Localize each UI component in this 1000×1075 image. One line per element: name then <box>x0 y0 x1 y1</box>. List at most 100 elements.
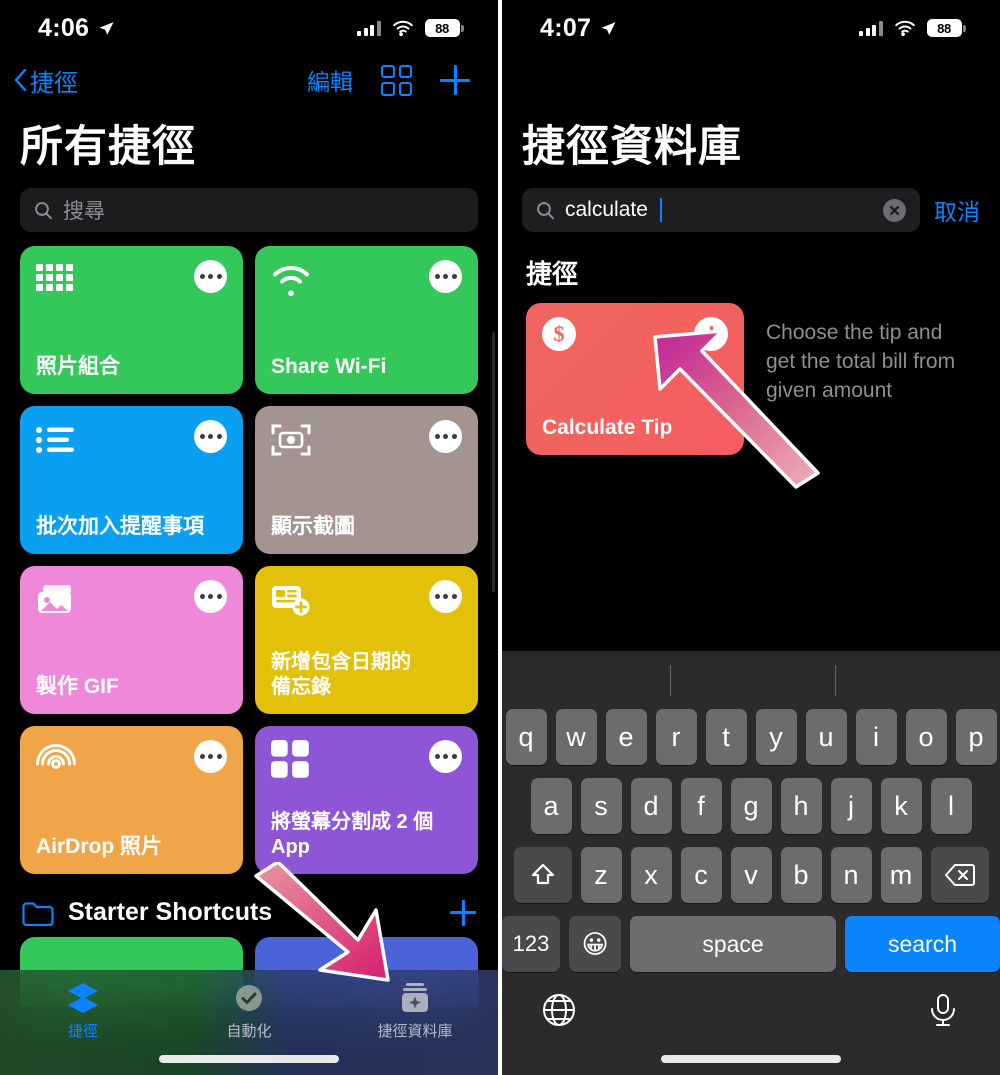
predictive-text-bar[interactable] <box>502 651 1000 709</box>
location-arrow-icon <box>601 21 616 35</box>
key-t[interactable]: t <box>705 709 747 765</box>
split-view-icon <box>271 740 309 778</box>
card-row: 製作 GIF 新增包含日期的 備忘錄 <box>20 566 478 714</box>
wifi-icon <box>894 20 915 36</box>
back-button[interactable]: 捷徑 <box>14 63 78 98</box>
card-more-button[interactable] <box>194 740 227 773</box>
edit-button[interactable]: 編輯 <box>307 63 353 97</box>
card-label: Share Wi-Fi <box>271 354 387 378</box>
card-more-button[interactable] <box>429 740 462 773</box>
shortcut-card[interactable]: Share Wi-Fi <box>255 246 478 394</box>
results-section-title: 捷徑 <box>526 259 579 289</box>
key-g[interactable]: g <box>730 778 772 834</box>
search-value: calculate <box>565 198 648 221</box>
page-title: 捷徑資料庫 <box>522 123 742 171</box>
add-shortcut-icon[interactable] <box>440 65 470 95</box>
add-shortcut-button[interactable] <box>694 317 728 351</box>
search-input[interactable]: calculate <box>522 188 920 232</box>
clear-circle-icon[interactable] <box>883 198 906 222</box>
grid-view-icon[interactable] <box>381 64 412 96</box>
shortcut-card[interactable]: AirDrop 照片 <box>20 726 243 874</box>
card-more-button[interactable] <box>194 260 227 293</box>
space-key[interactable]: space <box>630 916 836 972</box>
card-more-button[interactable] <box>429 260 462 293</box>
cellular-bars-icon <box>357 20 381 36</box>
tab-gallery[interactable]: 捷徑資料庫 <box>332 982 498 1075</box>
card-row: 照片組合 Share Wi-Fi <box>20 246 478 394</box>
shortcut-card[interactable]: 製作 GIF <box>20 566 243 714</box>
key-d[interactable]: d <box>630 778 672 834</box>
shift-key[interactable] <box>513 847 572 903</box>
key-x[interactable]: x <box>630 847 672 903</box>
on-screen-keyboard: q w e r t y u i o p a s d f g h j k l z … <box>502 651 1000 1075</box>
photo-grid-icon <box>36 264 73 291</box>
navigation-bar: 捷徑 編輯 <box>0 56 498 104</box>
wifi-icon <box>392 20 413 36</box>
card-more-button[interactable] <box>429 580 462 613</box>
card-label: 將螢幕分割成 2 個 App <box>271 811 434 859</box>
back-label: 捷徑 <box>30 69 78 97</box>
tab-label: 捷徑 <box>67 1023 98 1040</box>
photo-stack-icon <box>38 585 71 613</box>
globe-icon[interactable] <box>542 993 576 1027</box>
key-n[interactable]: n <box>830 847 872 903</box>
shift-arrow-icon <box>531 863 554 885</box>
card-label: 新增包含日期的 備忘錄 <box>271 651 411 699</box>
key-b[interactable]: b <box>780 847 822 903</box>
right-phone-screen: 4:07 88 捷徑資料庫 calculate 取消 捷徑 $ Calculat… <box>502 0 1000 1075</box>
key-p[interactable]: p <box>955 709 997 765</box>
search-input[interactable]: 搜尋 <box>20 188 478 232</box>
card-more-button[interactable] <box>194 420 227 453</box>
status-bar: 4:06 88 <box>0 0 498 56</box>
search-placeholder: 搜尋 <box>63 200 105 223</box>
emoji-smiley-icon[interactable]: 😀 <box>569 916 621 972</box>
battery-level: 88 <box>435 20 449 36</box>
card-more-button[interactable] <box>194 580 227 613</box>
shortcut-card[interactable]: 顯示截圖 <box>255 406 478 554</box>
key-r[interactable]: r <box>655 709 697 765</box>
key-k[interactable]: k <box>880 778 922 834</box>
keyboard-row-1: q w e r t y u i o p <box>502 709 1000 765</box>
numbers-key[interactable]: 123 <box>502 916 560 972</box>
key-v[interactable]: v <box>730 847 772 903</box>
key-z[interactable]: z <box>580 847 622 903</box>
card-row: 批次加入提醒事項 顯示截圖 <box>20 406 478 554</box>
keyboard-bottom-row <box>502 985 1000 1027</box>
tab-label: 捷徑資料庫 <box>377 1023 453 1040</box>
folder-name: Starter Shortcuts <box>68 898 273 926</box>
status-bar: 4:07 88 <box>502 0 1000 56</box>
key-c[interactable]: c <box>680 847 722 903</box>
key-w[interactable]: w <box>555 709 597 765</box>
key-e[interactable]: e <box>605 709 647 765</box>
shortcut-card[interactable]: 新增包含日期的 備忘錄 <box>255 566 478 714</box>
key-s[interactable]: s <box>580 778 622 834</box>
microphone-icon[interactable] <box>926 993 960 1027</box>
key-q[interactable]: q <box>505 709 547 765</box>
shortcut-result-card[interactable]: $ Calculate Tip <box>526 303 744 455</box>
key-h[interactable]: h <box>780 778 822 834</box>
folder-header[interactable]: Starter Shortcuts <box>0 886 498 937</box>
key-f[interactable]: f <box>680 778 722 834</box>
key-i[interactable]: i <box>855 709 897 765</box>
key-j[interactable]: j <box>830 778 872 834</box>
home-indicator <box>661 1055 841 1063</box>
key-a[interactable]: a <box>530 778 572 834</box>
search-key[interactable]: search <box>845 916 1000 972</box>
card-more-button[interactable] <box>429 420 462 453</box>
key-o[interactable]: o <box>905 709 947 765</box>
key-y[interactable]: y <box>755 709 797 765</box>
tab-label: 自動化 <box>226 1023 272 1040</box>
scroll-indicator[interactable] <box>492 332 495 592</box>
folder-add-icon[interactable] <box>450 899 476 926</box>
backspace-key[interactable] <box>930 847 989 903</box>
tab-shortcuts[interactable]: 捷徑 <box>0 982 166 1075</box>
shortcut-card[interactable]: 將螢幕分割成 2 個 App <box>255 726 478 874</box>
cancel-button[interactable]: 取消 <box>934 193 980 227</box>
key-u[interactable]: u <box>805 709 847 765</box>
shortcut-card[interactable]: 照片組合 <box>20 246 243 394</box>
key-l[interactable]: l <box>930 778 972 834</box>
shortcut-card[interactable]: 批次加入提醒事項 <box>20 406 243 554</box>
home-indicator <box>159 1055 339 1063</box>
left-phone-screen: 4:06 88 捷徑 編輯 所有捷徑 搜尋 照片組合 Share Wi-Fi 批… <box>0 0 498 1075</box>
key-m[interactable]: m <box>880 847 922 903</box>
